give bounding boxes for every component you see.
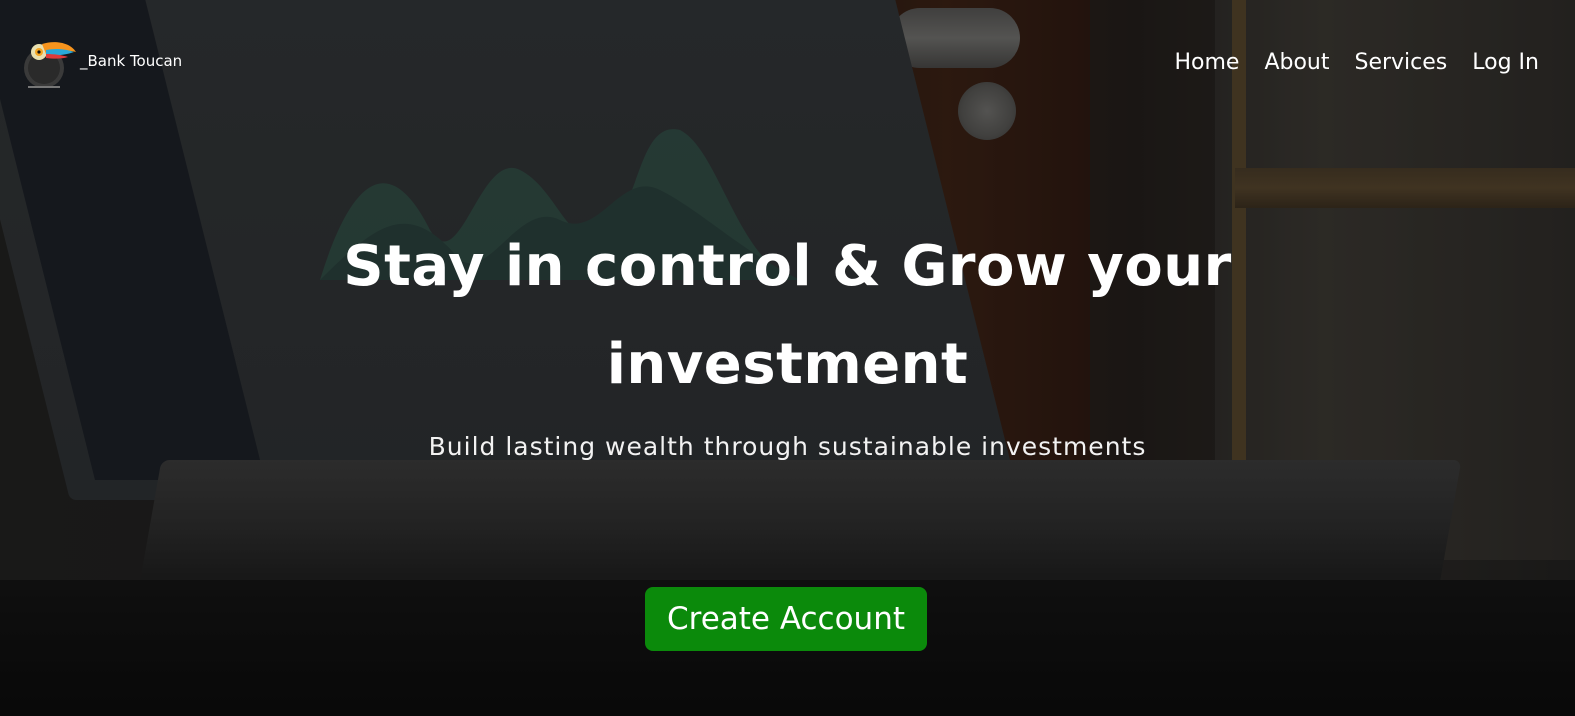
nav-link-services[interactable]: Services <box>1354 50 1447 75</box>
hero-content: Stay in control & Grow your investment B… <box>0 218 1575 461</box>
hero-subheadline: Build lasting wealth through sustainable… <box>428 432 1147 461</box>
brand[interactable]: _Bank Toucan <box>22 38 182 90</box>
navbar: _Bank Toucan Home About Services Log In <box>0 0 1575 130</box>
brand-name: _Bank Toucan <box>80 52 183 70</box>
nav-link-login[interactable]: Log In <box>1472 50 1539 75</box>
create-account-button[interactable]: Create Account <box>645 587 927 651</box>
toucan-logo-icon <box>22 38 78 90</box>
nav-link-about[interactable]: About <box>1264 50 1329 75</box>
hero-headline: Stay in control & Grow your investment <box>343 234 1232 397</box>
nav-link-home[interactable]: Home <box>1174 50 1239 75</box>
hero-section: _Bank Toucan Home About Services Log In … <box>0 0 1575 716</box>
nav-links: Home About Services Log In <box>1149 50 1539 75</box>
